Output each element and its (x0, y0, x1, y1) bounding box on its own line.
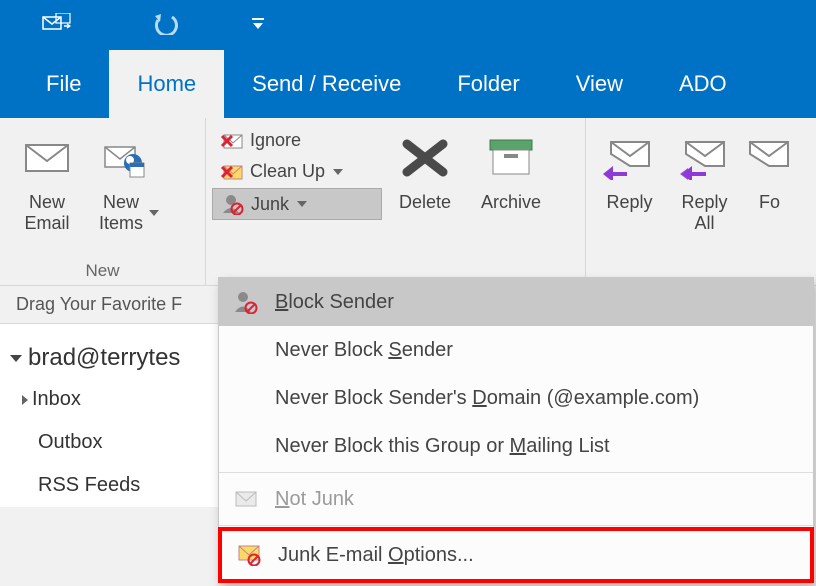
tab-view[interactable]: View (548, 50, 651, 118)
junk-options-icon (234, 544, 264, 566)
account-header[interactable]: brad@terrytes (0, 324, 218, 378)
menu-never-block-group[interactable]: Never Block this Group or Mailing List (219, 422, 813, 470)
chevron-right-icon (22, 395, 28, 405)
reply-button[interactable]: Reply (592, 126, 667, 217)
reply-label: Reply (606, 192, 652, 213)
reply-icon (603, 136, 657, 180)
forward-button[interactable]: Fo (742, 126, 797, 217)
archive-button[interactable]: Archive (468, 126, 554, 217)
folder-inbox-label: Inbox (32, 388, 81, 411)
envelope-icon (24, 141, 70, 175)
ignore-icon (220, 131, 244, 151)
tab-adobe[interactable]: ADO (651, 50, 755, 118)
ribbon-group-delete: Ignore Clean Up (206, 118, 586, 285)
ribbon-group-respond: Reply ReplyAll (586, 118, 816, 285)
chevron-down-icon (10, 355, 22, 362)
archive-label: Archive (481, 192, 541, 213)
ribbon-tabs: File Home Send / Receive Folder View ADO (0, 50, 816, 118)
quick-access-customize-icon[interactable] (250, 17, 266, 34)
clean-up-button[interactable]: Clean Up (212, 157, 382, 186)
menu-junk-options-label: Junk E-mail Options... (278, 544, 474, 567)
new-items-label: NewItems (99, 192, 143, 233)
delete-label: Delete (399, 192, 451, 213)
title-bar (0, 0, 816, 50)
menu-block-sender[interactable]: Block Sender (219, 278, 813, 326)
tab-send-receive[interactable]: Send / Receive (224, 50, 429, 118)
chevron-down-icon (149, 210, 159, 216)
tab-folder[interactable]: Folder (429, 50, 547, 118)
delete-button[interactable]: Delete (386, 126, 464, 217)
reply-all-label: ReplyAll (681, 192, 727, 233)
menu-block-sender-label: Block Sender (275, 291, 394, 314)
menu-never-block-sender[interactable]: Never Block Sender (219, 326, 813, 374)
menu-not-junk: Not Junk (219, 475, 813, 523)
new-email-label: NewEmail (24, 192, 69, 233)
menu-junk-options[interactable]: Junk E-mail Options... (222, 531, 810, 579)
folder-rss[interactable]: RSS Feeds (0, 464, 218, 507)
forward-icon (748, 136, 792, 180)
menu-never-block-sender-label: Never Block Sender (275, 339, 453, 362)
menu-never-block-domain[interactable]: Never Block Sender's Domain (@example.co… (219, 374, 813, 422)
junk-dropdown-menu: Block Sender Never Block Sender Never Bl… (218, 277, 814, 583)
folder-outbox-label: Outbox (38, 431, 102, 454)
menu-highlight: Junk E-mail Options... (218, 527, 814, 583)
not-junk-icon (231, 489, 261, 509)
menu-never-block-group-label: Never Block this Group or Mailing List (275, 435, 610, 458)
junk-button[interactable]: Junk (212, 188, 382, 220)
ignore-label: Ignore (250, 130, 301, 151)
folder-rss-label: RSS Feeds (38, 474, 140, 497)
forward-label: Fo (759, 192, 780, 213)
menu-never-block-domain-label: Never Block Sender's Domain (@example.co… (275, 387, 699, 410)
chevron-down-icon (297, 201, 307, 207)
account-label: brad@terrytes (28, 344, 180, 372)
clean-up-icon (220, 162, 244, 182)
ribbon-group-new: NewEmail NewItems (0, 118, 206, 285)
ribbon-group-new-label: New (6, 257, 199, 283)
ignore-button[interactable]: Ignore (212, 126, 382, 155)
clean-up-label: Clean Up (250, 161, 325, 182)
ribbon: NewEmail NewItems (0, 118, 816, 286)
menu-separator (219, 525, 813, 526)
reply-all-button[interactable]: ReplyAll (667, 126, 742, 237)
tab-file[interactable]: File (18, 50, 109, 118)
new-items-icon (103, 137, 155, 179)
new-items-button[interactable]: NewItems (88, 126, 170, 237)
folder-outbox[interactable]: Outbox (0, 421, 218, 464)
junk-label: Junk (251, 194, 289, 215)
block-sender-icon (231, 290, 261, 314)
junk-icon (221, 193, 245, 215)
new-email-button[interactable]: NewEmail (6, 126, 88, 237)
nav-pane: Drag Your Favorite F brad@terrytes Inbox… (0, 286, 218, 507)
chevron-down-icon (333, 169, 343, 175)
undo-icon[interactable] (152, 13, 180, 38)
outlook-quickaccess-icon[interactable] (42, 13, 72, 38)
tab-home[interactable]: Home (109, 50, 224, 118)
archive-icon (486, 136, 536, 180)
delete-icon (401, 136, 449, 180)
reply-all-icon (678, 136, 732, 180)
favorites-drop-hint[interactable]: Drag Your Favorite F (0, 286, 218, 324)
menu-separator (219, 472, 813, 473)
folder-inbox[interactable]: Inbox (0, 378, 218, 421)
menu-not-junk-label: Not Junk (275, 488, 354, 511)
